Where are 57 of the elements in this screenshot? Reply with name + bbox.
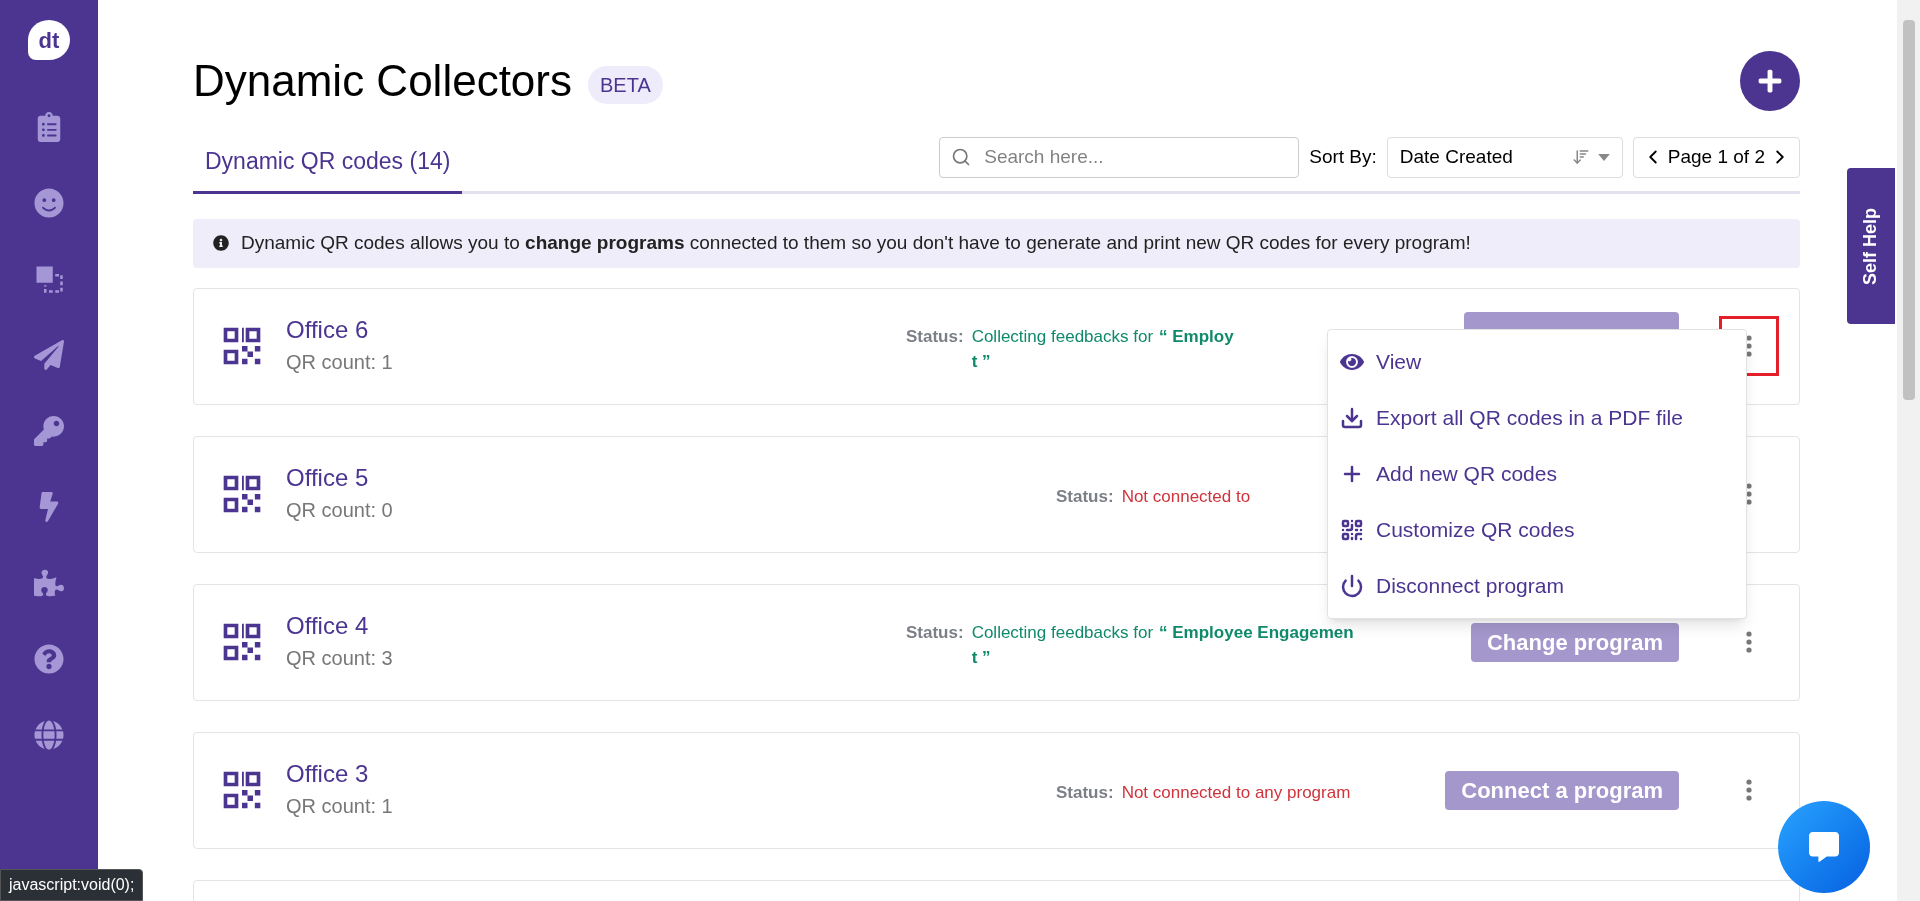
page-indicator: Page 1 of 2 (1667, 145, 1765, 169)
status-label: Status: (906, 621, 964, 644)
qr-count: QR count: 1 (286, 350, 393, 375)
chat-icon (1809, 832, 1839, 862)
download-icon (1340, 405, 1364, 430)
logo[interactable]: dt (28, 20, 70, 60)
program-name: “ Employ (1159, 325, 1234, 348)
qr-count: QR count: 3 (286, 646, 393, 671)
program-name: “ Employee Engagemen (1159, 621, 1354, 644)
more-options-icon (1746, 335, 1752, 357)
program-name-end: t ” (971, 647, 991, 669)
collector-name[interactable]: Office 3 (286, 758, 393, 790)
status-text: Collecting feedbacks for (971, 325, 1154, 348)
sort-dropdown[interactable]: Date Created (1386, 136, 1623, 178)
menu-item[interactable]: View (1328, 333, 1746, 390)
status-label: Status: (1056, 486, 1114, 509)
more-options-icon (1746, 631, 1752, 653)
program-name-end: t ” (971, 351, 991, 373)
caret-icon (1597, 153, 1610, 161)
more-options-icon (1746, 779, 1752, 801)
browser-status-bar: javascript:void(0); (0, 869, 144, 901)
menu-item[interactable]: Disconnect program (1328, 557, 1746, 614)
status-text: Not connected to (1121, 486, 1251, 509)
power-icon (1340, 573, 1364, 598)
face-icon[interactable] (34, 188, 64, 218)
qr-count: QR count: 1 (286, 794, 393, 819)
search-field[interactable]: Search here... (939, 136, 1300, 178)
menu-item[interactable]: Export all QR codes in a PDF file (1328, 389, 1746, 446)
more-options-icon (1746, 483, 1752, 505)
self-help-tab[interactable]: Self Help (1847, 168, 1895, 324)
beta-badge: BETA (588, 66, 663, 104)
squares-icon[interactable] (34, 264, 64, 294)
sort-label: Sort By: (1309, 145, 1377, 169)
qr-code-icon (1340, 517, 1364, 542)
collector-name[interactable]: Office 4 (286, 610, 393, 642)
paper-plane-icon[interactable] (34, 340, 64, 370)
search-icon (951, 146, 972, 167)
info-text: Dynamic QR codes allows you to change programs connected to them so you don't have to generate and print new QR codes for every program! (241, 230, 1471, 255)
info-icon (213, 235, 229, 251)
status-text: Collecting feedbacks for (971, 621, 1154, 644)
qr-count: QR count: 0 (286, 498, 393, 523)
status-label: Status: (906, 325, 964, 348)
plus-icon (1757, 68, 1783, 94)
status-text: Not connected to any program (1121, 782, 1351, 805)
status-label: Status: (1056, 782, 1114, 805)
globe-icon[interactable] (34, 720, 64, 750)
tab[interactable]: Dynamic QR codes (14) (193, 132, 463, 194)
add-button[interactable] (1740, 51, 1800, 111)
sort-order-icon[interactable] (1571, 148, 1590, 167)
menu-item[interactable]: Add new QR codes (1328, 445, 1746, 502)
key-icon[interactable] (34, 416, 64, 446)
page-title: Dynamic Collectors (193, 55, 572, 107)
puzzle-icon[interactable] (34, 568, 64, 598)
help-icon[interactable] (34, 644, 64, 674)
collector-name[interactable]: Office 5 (286, 462, 393, 494)
menu-item[interactable]: Customize QR codes (1328, 501, 1746, 558)
collector-name[interactable]: Office 6 (286, 314, 393, 346)
